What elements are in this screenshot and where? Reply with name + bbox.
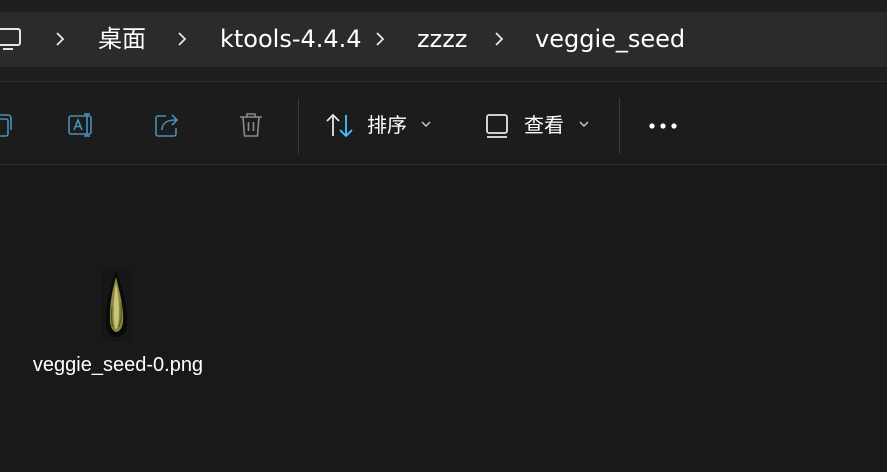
more-icon[interactable] xyxy=(648,122,680,130)
chevron-down-icon[interactable] xyxy=(420,119,432,129)
file-list[interactable]: veggie_seed-0.png xyxy=(0,165,887,472)
delete-icon[interactable] xyxy=(236,110,266,140)
toolbar-separator xyxy=(619,98,620,154)
computer-icon[interactable] xyxy=(0,27,22,51)
copy-icon[interactable] xyxy=(0,110,16,140)
chevron-right-icon[interactable] xyxy=(489,29,509,49)
chevron-down-icon[interactable] xyxy=(578,119,590,129)
view-button[interactable]: 查看 xyxy=(524,112,564,138)
file-name[interactable]: veggie_seed-0.png xyxy=(30,351,206,380)
file-item[interactable]: veggie_seed-0.png xyxy=(30,261,206,411)
command-bar: 排序 查看 xyxy=(0,82,887,164)
file-explorer-window: 桌面 ktools-4.4.4 zzzz veggie_seed 排序 查看 v… xyxy=(0,0,887,472)
breadcrumb-item-desktop[interactable]: 桌面 xyxy=(98,24,146,54)
breadcrumb-item-veggie-seed[interactable]: veggie_seed xyxy=(535,24,685,54)
chevron-right-icon[interactable] xyxy=(172,29,192,49)
breadcrumb-item-ktools[interactable]: ktools-4.4.4 xyxy=(220,24,362,54)
chevron-right-icon[interactable] xyxy=(50,29,70,49)
sort-icon[interactable] xyxy=(325,111,355,141)
seed-image xyxy=(102,269,132,341)
breadcrumb[interactable]: 桌面 ktools-4.4.4 zzzz veggie_seed xyxy=(0,12,887,67)
share-icon[interactable] xyxy=(152,110,182,140)
chevron-right-icon[interactable] xyxy=(370,29,390,49)
sort-button[interactable]: 排序 xyxy=(367,112,407,138)
toolbar-separator xyxy=(298,98,299,154)
rename-icon[interactable] xyxy=(67,110,97,140)
breadcrumb-item-zzzz[interactable]: zzzz xyxy=(417,24,467,54)
view-icon[interactable] xyxy=(484,112,514,142)
address-bar-container: 桌面 ktools-4.4.4 zzzz veggie_seed xyxy=(0,0,887,82)
